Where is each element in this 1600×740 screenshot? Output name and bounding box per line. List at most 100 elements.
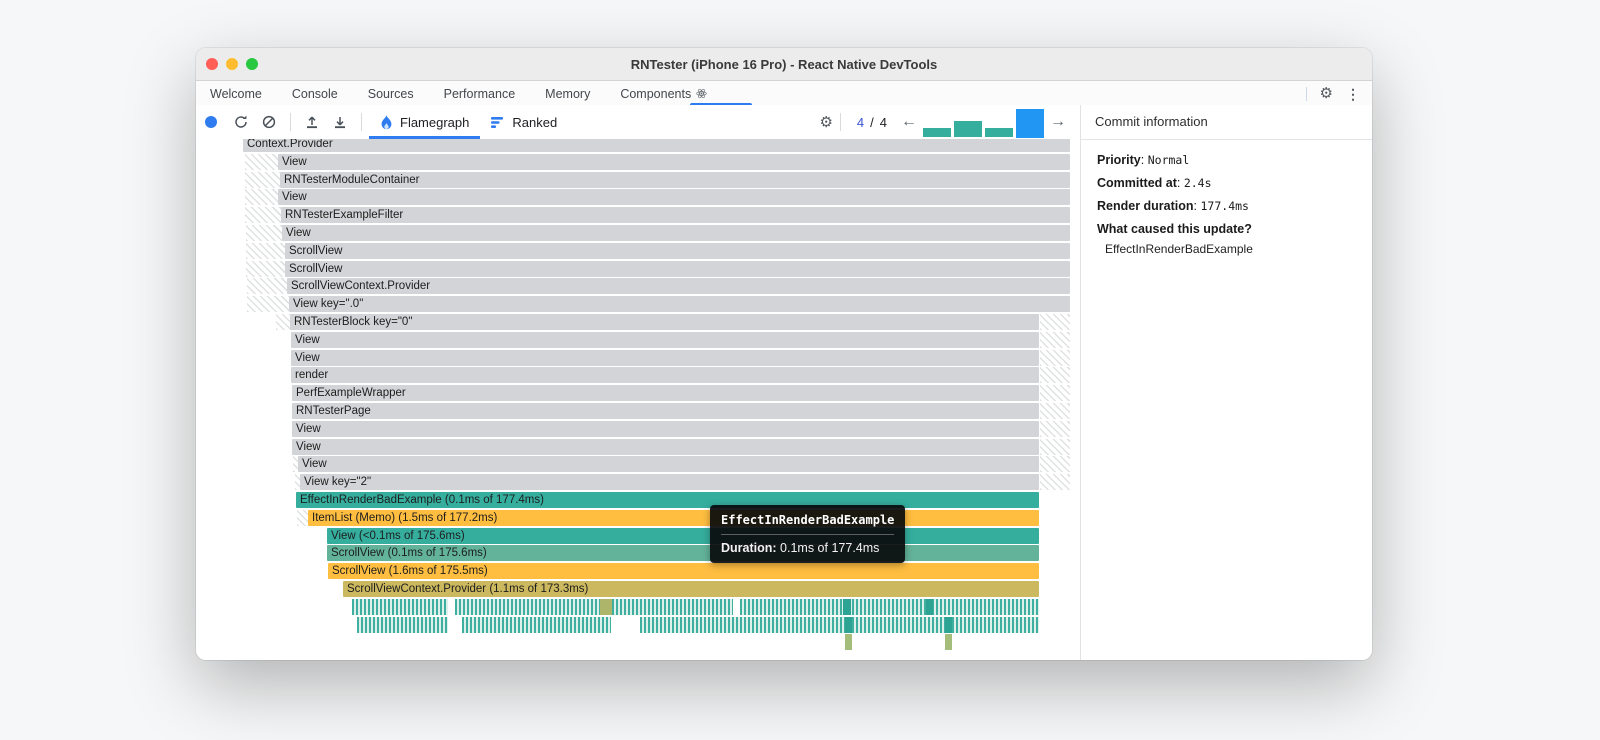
flame-bar[interactable]: PerfExampleWrapper (292, 385, 1039, 402)
more-options-kebab-icon[interactable]: ⋮ (1346, 87, 1360, 101)
tab-performance[interactable]: Performance (444, 87, 516, 101)
tab-label: Console (291, 86, 338, 101)
field-label: Render duration (1097, 199, 1194, 213)
flame-left-hatch (247, 278, 287, 295)
flame-bar[interactable]: View (292, 420, 1039, 437)
flame-right-hatch (1040, 367, 1070, 384)
flame-bar[interactable]: ScrollView (0.1ms of 175.6ms) (327, 545, 1039, 562)
tab-console[interactable]: Console (292, 87, 338, 101)
flame-bar[interactable]: RNTesterBlock key="0" (290, 314, 1039, 330)
flame-left-hatch (276, 314, 290, 330)
commit-info-field: Committed at: 2.4s (1097, 176, 1212, 190)
tab-welcome[interactable]: Welcome (210, 87, 262, 101)
next-commit-arrow-icon[interactable]: → (1044, 114, 1072, 130)
flame-right-hatch (1040, 385, 1070, 402)
commit-bar-1[interactable] (923, 127, 951, 135)
flame-bar[interactable]: RNTesterPage (292, 403, 1039, 419)
settings-gear-icon[interactable]: ⚙ (1320, 86, 1333, 101)
flame-bar[interactable]: ScrollView (285, 260, 1070, 277)
flame-leaf-bar[interactable] (845, 634, 852, 651)
react-atom-icon (696, 88, 707, 99)
commit-info-panel: Commit information Priority: Normal Commi… (1080, 105, 1372, 660)
record-button[interactable] (205, 116, 217, 128)
flame-left-hatch (246, 242, 285, 259)
devtools-window: RNTester (iPhone 16 Pro) - React Native … (196, 48, 1372, 660)
devtools-tab-bar: Welcome Console Sources Performance Memory Co… (196, 81, 1372, 107)
traffic-lights (206, 58, 258, 70)
flame-leaf-bar[interactable] (945, 634, 952, 651)
update-cause-question: What caused this update? (1097, 222, 1252, 236)
commit-counter: 4 / 4 (857, 115, 887, 130)
flame-micro-bars-row-2[interactable] (357, 616, 448, 633)
field-value: 177.4ms (1200, 199, 1249, 213)
flame-micro-bars-row-2[interactable] (462, 616, 611, 633)
flame-bar[interactable]: Context.Provider (243, 139, 1070, 152)
flame-bar[interactable]: RNTesterModuleContainer (280, 171, 1070, 188)
flame-micro-bar-olive[interactable] (600, 598, 612, 615)
tooltip-duration-label: Duration: (721, 541, 777, 555)
ranked-view-tab[interactable]: Ranked (480, 105, 568, 139)
tab-label: Performance (443, 86, 516, 101)
flame-left-hatch (297, 509, 308, 526)
flame-bar[interactable]: View (<0.1ms of 175.6ms) (327, 527, 1039, 544)
tab-components[interactable]: Components (620, 87, 707, 101)
flame-micro-bars-row-1[interactable] (352, 598, 448, 615)
commit-total: 4 (879, 114, 887, 130)
tooltip-duration: Duration: 0.1ms of 177.4ms (721, 541, 894, 555)
close-button[interactable] (206, 58, 218, 70)
flame-left-hatch (245, 171, 280, 188)
flame-bar[interactable]: View (292, 438, 1039, 455)
flamegraph-view-tab[interactable]: Flamegraph (369, 105, 480, 139)
flame-micro-bar-solid[interactable] (843, 598, 851, 615)
commit-bar-4[interactable] (1016, 108, 1044, 135)
zoom-button[interactable] (246, 58, 258, 70)
flame-bar[interactable]: View (278, 153, 1070, 170)
flame-bar[interactable]: ScrollView (1.6ms of 175.5ms) (328, 563, 1039, 580)
flame-left-hatch (246, 225, 282, 241)
flame-bar[interactable]: View (298, 456, 1039, 473)
flame-bar[interactable]: render (291, 367, 1039, 384)
flame-icon (381, 114, 392, 129)
commit-bar-2[interactable] (954, 120, 982, 135)
update-cause-component[interactable]: EffectInRenderBadExample (1097, 242, 1356, 256)
reload-profile-icon[interactable] (233, 114, 249, 130)
import-profile-icon[interactable] (304, 114, 320, 130)
ranked-view-label: Ranked (512, 114, 558, 130)
flame-micro-bar-solid[interactable] (926, 598, 933, 615)
flame-bar[interactable]: View (282, 225, 1070, 241)
flame-bar[interactable]: ItemList (Memo) (1.5ms of 177.2ms) (308, 509, 1039, 526)
profiler-settings-gear-icon[interactable]: ⚙ (819, 115, 832, 130)
flame-bar[interactable]: ScrollView (285, 242, 1070, 259)
tab-sources[interactable]: Sources (368, 87, 414, 101)
commit-bar-selector (923, 107, 1044, 138)
flame-micro-bars-row-1[interactable] (612, 598, 733, 615)
flame-left-hatch (245, 189, 278, 206)
flame-bar[interactable]: RNTesterExampleFilter (281, 207, 1070, 224)
flame-micro-bars-row-1[interactable] (455, 598, 600, 615)
flame-micro-bars-row-1[interactable] (740, 598, 1039, 615)
flame-bar[interactable]: View (291, 331, 1039, 348)
export-profile-icon[interactable] (332, 114, 348, 130)
tab-memory[interactable]: Memory (545, 87, 590, 101)
flame-micro-bar-solid[interactable] (845, 616, 852, 633)
separator (1305, 86, 1307, 101)
tab-label: Sources (367, 86, 414, 101)
flame-micro-bar-solid[interactable] (945, 616, 952, 633)
flame-bar[interactable]: View key=".0" (289, 296, 1070, 313)
clear-profile-icon[interactable] (261, 114, 277, 130)
flame-micro-bars-row-2[interactable] (640, 616, 1039, 633)
minimize-button[interactable] (226, 58, 238, 70)
flame-bar[interactable]: View (278, 189, 1070, 206)
field-label: Committed at (1097, 176, 1177, 190)
flame-bar[interactable]: ScrollViewContext.Provider (287, 278, 1070, 295)
commit-info-title: Commit information (1081, 105, 1372, 140)
field-value: Normal (1147, 153, 1190, 167)
flame-bar[interactable]: View (291, 349, 1039, 366)
flame-bar[interactable]: EffectInRenderBadExample (0.1ms of 177.4… (296, 492, 1039, 508)
profiler-toolbar: Flamegraph Ranked ⚙ 4 / 4 ← → (196, 105, 1080, 140)
flame-bar[interactable]: View key="2" (300, 474, 1039, 491)
commit-bar-3[interactable] (985, 127, 1013, 135)
previous-commit-arrow-icon[interactable]: ← (895, 114, 923, 130)
tooltip-divider (721, 534, 895, 535)
flame-bar[interactable]: ScrollViewContext.Provider (1.1ms of 173… (343, 581, 1039, 597)
